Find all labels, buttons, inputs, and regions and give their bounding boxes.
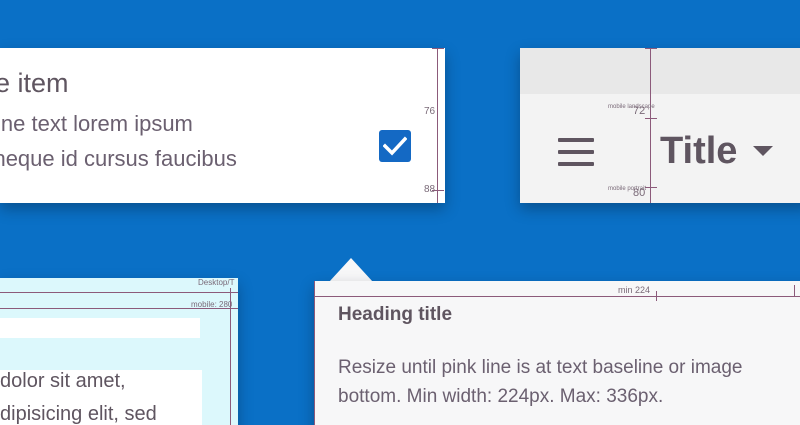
tooltip-card: min 224 Heading title Resize until pink …: [314, 281, 800, 425]
mobile-width-label: mobile: 280: [191, 300, 233, 309]
measure-guide-vertical: [650, 48, 651, 203]
panel-text-line-1: dolor sit amet,: [0, 370, 126, 392]
measure-guide-min-width: [314, 296, 800, 297]
tooltip-heading: Heading title: [338, 304, 453, 325]
measure-tick-224: [656, 291, 657, 301]
measure-tick-72: [645, 118, 657, 119]
measure-tick-top: [645, 48, 657, 49]
desktop-width-label: Desktop/T: [198, 278, 235, 287]
measure-value-72: 72: [633, 105, 646, 117]
label-mobile-landscape: mobile landscape: [608, 104, 655, 110]
measure-tick-top: [432, 48, 444, 49]
tooltip-body: Resize until pink line is at text baseli…: [338, 357, 743, 407]
app-bar-card: mobile landscape 72 mobile portrait 80 T…: [520, 48, 800, 203]
tooltip-pointer: [329, 258, 373, 282]
measure-tick-80: [645, 187, 657, 188]
measure-value-80: 80: [633, 187, 646, 199]
measure-guide-right: [230, 288, 231, 425]
app-bar-title[interactable]: Title: [660, 130, 737, 173]
list-item-secondary-line-2: us, neque id cursus faucibus: [0, 146, 237, 171]
measure-guide-vertical: [437, 48, 438, 203]
list-item-secondary-line-1: ndary line text lorem ipsum: [0, 111, 193, 136]
check-icon: [383, 136, 407, 156]
measure-guide-desktop: [0, 292, 238, 293]
list-item-title: e-line item: [0, 68, 69, 98]
measure-tick-right: [794, 285, 795, 297]
dropdown-arrow-icon[interactable]: [753, 146, 773, 156]
measure-label-76: 76: [424, 106, 436, 117]
measure-label-88: 88: [424, 184, 436, 195]
menu-icon[interactable]: [558, 138, 594, 174]
list-item-card: e-line item ndary line text lorem ipsum …: [0, 48, 445, 203]
measure-guide-left: [314, 281, 315, 425]
min-width-label: min 224: [618, 285, 651, 295]
desktop-panel-card: Desktop/T mobile: 280 dolor sit amet, di…: [0, 278, 238, 425]
label-mobile-portrait: mobile portrait: [608, 186, 647, 192]
status-bar: [520, 48, 800, 94]
panel-text-line-2: dipisicing elit, sed: [0, 403, 157, 425]
checkbox[interactable]: [379, 130, 411, 162]
content-block: [0, 318, 200, 338]
